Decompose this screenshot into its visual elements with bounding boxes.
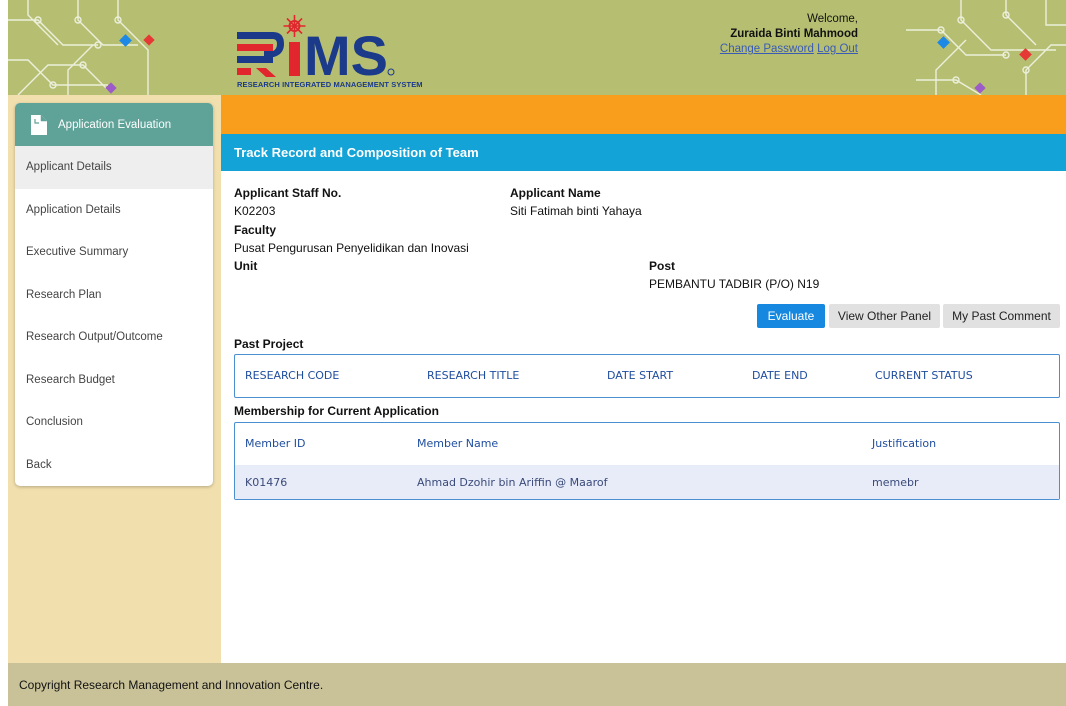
sidebar-item-label: Application Details: [26, 203, 121, 216]
staff-no-value: K02203: [234, 204, 276, 218]
orange-banner: [221, 95, 1066, 134]
column-header[interactable]: RESEARCH TITLE: [427, 369, 519, 382]
sidebar-menu: Application Evaluation Applicant Details…: [15, 103, 213, 486]
copyright-text: Copyright Research Management and Innova…: [19, 677, 324, 692]
sidebar-item-application-details[interactable]: Application Details: [15, 189, 213, 232]
sidebar-item-label: Research Budget: [26, 373, 115, 386]
sidebar-header: Application Evaluation: [15, 103, 213, 146]
justification-cell: memebr: [872, 476, 919, 489]
sidebar-item-label: Research Output/Outcome: [26, 331, 163, 344]
footer: Copyright Research Management and Innova…: [8, 663, 1066, 706]
applicant-name-value: Siti Fatimah binti Yahaya: [510, 204, 642, 218]
column-header[interactable]: DATE END: [752, 369, 808, 382]
applicant-name-label: Applicant Name: [510, 186, 601, 200]
sidebar-item-research-plan[interactable]: Research Plan: [15, 274, 213, 317]
faculty-value: Pusat Pengurusan Penyelidikan dan Inovas…: [234, 241, 469, 255]
sidebar-item-applicant-details[interactable]: Applicant Details: [15, 146, 213, 189]
section-header: Track Record and Composition of Team: [221, 134, 1066, 171]
user-name: Zuraida Binti Mahmood: [730, 28, 858, 40]
sidebar-item-research-output[interactable]: Research Output/Outcome: [15, 316, 213, 359]
view-other-panel-button[interactable]: View Other Panel: [829, 304, 940, 328]
rims-logo[interactable]: MS RESEARCH INTEGRATED MANAGEMENT SYSTEM: [234, 14, 474, 94]
sidebar-item-label: Back: [26, 458, 52, 471]
sidebar-item-executive-summary[interactable]: Executive Summary: [15, 231, 213, 274]
member-id-cell: K01476: [245, 476, 288, 489]
sidebar-item-label: Conclusion: [26, 416, 83, 429]
circuit-pattern-right: [906, 0, 1066, 95]
post-label: Post: [649, 259, 676, 273]
log-out-link[interactable]: Log Out: [817, 43, 858, 55]
document-icon: [31, 114, 47, 135]
membership-table: Member ID Member Name Justification K014…: [234, 422, 1060, 500]
main-content: Track Record and Composition of Team App…: [221, 95, 1066, 663]
sidebar-item-back[interactable]: Back: [15, 444, 213, 487]
table-row[interactable]: K01476 Ahmad Dzohir bin Ariffin @ Maarof…: [235, 465, 1059, 499]
column-header[interactable]: CURRENT STATUS: [875, 369, 973, 382]
faculty-label: Faculty: [234, 223, 277, 237]
sidebar-item-research-budget[interactable]: Research Budget: [15, 359, 213, 402]
svg-text:MS: MS: [304, 24, 388, 78]
sidebar-column: Application Evaluation Applicant Details…: [8, 95, 221, 663]
column-header[interactable]: Member Name: [417, 437, 498, 450]
sidebar-item-conclusion[interactable]: Conclusion: [15, 401, 213, 444]
logo-subtitle: RESEARCH INTEGRATED MANAGEMENT SYSTEM: [237, 80, 423, 89]
column-header[interactable]: Member ID: [245, 437, 305, 450]
change-password-link[interactable]: Change Password: [720, 43, 814, 55]
unit-label: Unit: [234, 259, 258, 273]
table-header-row: RESEARCH CODE RESEARCH TITLE DATE START …: [235, 355, 1059, 397]
circuit-pattern-left: [8, 0, 155, 95]
welcome-panel: Welcome, Zuraida Binti Mahmood Change Pa…: [698, 12, 858, 57]
staff-no-label: Applicant Staff No.: [234, 186, 342, 200]
account-links: Change Password Log Out: [698, 42, 858, 57]
logo-star-icon: [283, 15, 306, 37]
welcome-text: Welcome,: [807, 13, 858, 25]
my-past-comment-button[interactable]: My Past Comment: [943, 304, 1060, 328]
logo-mark: MS: [237, 15, 395, 87]
sidebar-item-label: Research Plan: [26, 288, 102, 301]
sidebar-title: Application Evaluation: [58, 118, 172, 131]
table-header-row: Member ID Member Name Justification: [235, 423, 1059, 465]
sidebar-item-label: Applicant Details: [26, 161, 112, 174]
header: MS RESEARCH INTEGRATED MANAGEMENT SYSTEM…: [8, 0, 1066, 95]
section-title: Track Record and Composition of Team: [234, 145, 479, 160]
post-value: PEMBANTU TADBIR (P/O) N19: [649, 277, 820, 291]
member-name-cell: Ahmad Dzohir bin Ariffin @ Maarof: [417, 476, 608, 489]
sidebar-item-label: Executive Summary: [26, 246, 129, 259]
membership-title: Membership for Current Application: [234, 404, 439, 418]
app-frame: MS RESEARCH INTEGRATED MANAGEMENT SYSTEM…: [8, 0, 1066, 706]
column-header[interactable]: DATE START: [607, 369, 673, 382]
column-header[interactable]: Justification: [872, 437, 936, 450]
column-header[interactable]: RESEARCH CODE: [245, 369, 339, 382]
evaluate-button[interactable]: Evaluate: [757, 304, 825, 328]
past-project-title: Past Project: [234, 337, 304, 351]
past-project-table: RESEARCH CODE RESEARCH TITLE DATE START …: [234, 354, 1060, 398]
